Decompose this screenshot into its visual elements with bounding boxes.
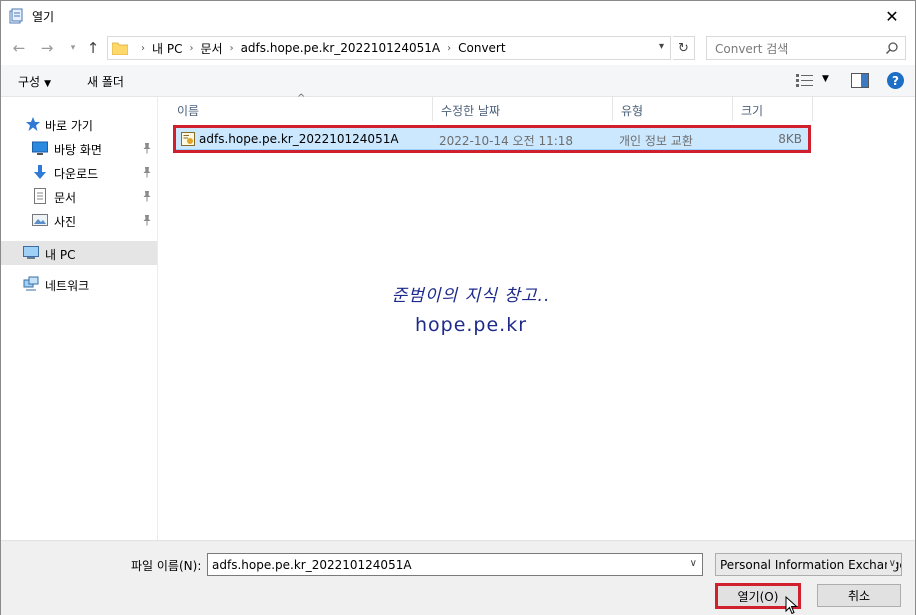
command-bar: 구성 ▼ 새 폴더 ▼ ? bbox=[1, 65, 915, 97]
refresh-icon: ↻ bbox=[678, 40, 689, 56]
folder-icon bbox=[112, 42, 128, 55]
arrow-left-icon: ← bbox=[12, 39, 26, 57]
column-header-type[interactable]: 유형 bbox=[613, 97, 733, 121]
navigation-pane: 바로 가기 바탕 화면 다운로드 문서 사진 내 PC 네트워크 bbox=[1, 97, 158, 540]
column-header-label: 유형 bbox=[621, 104, 644, 118]
dialog-icon bbox=[9, 8, 23, 24]
cancel-button-label: 취소 bbox=[847, 589, 871, 603]
help-icon[interactable]: ? bbox=[887, 72, 904, 89]
annotation-highlight-file bbox=[173, 125, 811, 153]
pin-icon[interactable] bbox=[142, 142, 152, 154]
chevron-down-icon[interactable]: ▾ bbox=[659, 41, 664, 52]
window-title: 열기 bbox=[32, 10, 55, 24]
new-folder-label: 새 폴더 bbox=[87, 75, 124, 89]
navigation-bar: ← → ▾ ↑ › 내 PC › 문서 › adfs.hope.pe.kr_20… bbox=[1, 31, 915, 65]
recent-locations-button[interactable]: ▾ bbox=[64, 39, 82, 57]
sidebar-item-network[interactable]: 네트워크 bbox=[1, 273, 157, 295]
forward-button[interactable]: → bbox=[38, 39, 56, 57]
close-icon: ✕ bbox=[885, 6, 899, 26]
filename-field[interactable]: adfs.hope.pe.kr_202210124051A ∨ bbox=[207, 553, 703, 576]
breadcrumb-separator: › bbox=[229, 42, 234, 54]
breadcrumb-adfs-folder[interactable]: adfs.hope.pe.kr_202210124051A bbox=[241, 41, 441, 55]
column-header-label: 수정한 날짜 bbox=[441, 104, 501, 118]
watermark-line-2: hope.pe.kr bbox=[414, 314, 528, 336]
search-icon[interactable] bbox=[885, 41, 899, 55]
file-type-value: Personal Information Exchange bbox=[720, 558, 902, 572]
sidebar-item-label: 다운로드 bbox=[54, 167, 99, 181]
open-button-label: 열기(O) bbox=[737, 589, 779, 604]
address-bar[interactable]: › 내 PC › 문서 › adfs.hope.pe.kr_2022101240… bbox=[107, 36, 671, 60]
breadcrumb-documents[interactable]: 문서 bbox=[200, 40, 222, 57]
watermark-line-1: 준범이의 지식 창고.. bbox=[391, 286, 551, 306]
open-file-dialog: 열기 ✕ ← → ▾ ↑ › 내 PC › 문서 › adfs.hope.pe.… bbox=[0, 0, 916, 615]
mouse-cursor-icon bbox=[785, 596, 798, 615]
breadcrumb-convert[interactable]: Convert bbox=[458, 41, 505, 55]
search-placeholder: Convert 검색 bbox=[715, 41, 789, 56]
column-header-name[interactable]: 이름 ^ bbox=[159, 93, 433, 121]
caret-down-icon: ▼ bbox=[44, 79, 52, 89]
chevron-down-icon: ∨ bbox=[886, 558, 896, 569]
column-header-label: 크기 bbox=[741, 104, 764, 118]
sidebar-item-label: 내 PC bbox=[45, 248, 76, 262]
arrow-up-icon: ↑ bbox=[86, 39, 100, 57]
chevron-down-icon: ▾ bbox=[70, 43, 76, 53]
arrow-right-icon: → bbox=[40, 39, 54, 57]
view-options-icon[interactable] bbox=[796, 73, 814, 89]
star-icon bbox=[26, 117, 40, 131]
refresh-button[interactable]: ↻ bbox=[673, 36, 695, 60]
breadcrumb-separator: › bbox=[189, 42, 194, 54]
breadcrumb-separator: › bbox=[141, 42, 145, 54]
document-icon bbox=[34, 188, 46, 204]
column-header-label: 이름 bbox=[177, 104, 200, 118]
sidebar-item-my-pc[interactable]: 내 PC bbox=[1, 241, 157, 265]
up-button[interactable]: ↑ bbox=[84, 39, 102, 57]
filename-value: adfs.hope.pe.kr_202210124051A bbox=[212, 558, 412, 572]
breadcrumb-my-pc[interactable]: 내 PC bbox=[152, 40, 182, 57]
new-folder-button[interactable]: 새 폴더 bbox=[87, 73, 124, 90]
dialog-footer: 파일 이름(N): adfs.hope.pe.kr_202210124051A … bbox=[1, 540, 915, 615]
picture-icon bbox=[32, 214, 48, 226]
title-bar: 열기 ✕ bbox=[1, 1, 915, 31]
filename-label: 파일 이름(N): bbox=[131, 559, 202, 573]
column-header-size[interactable]: 크기 bbox=[733, 97, 813, 121]
watermark: 준범이의 지식 창고.. hope.pe.kr bbox=[341, 281, 601, 336]
preview-pane-icon[interactable] bbox=[851, 73, 869, 88]
pin-icon[interactable] bbox=[142, 214, 152, 226]
organize-label: 구성 bbox=[18, 75, 41, 89]
sidebar-item-downloads[interactable]: 다운로드 bbox=[1, 161, 157, 183]
chevron-down-icon[interactable]: ∨ bbox=[690, 558, 697, 569]
download-icon bbox=[34, 165, 46, 179]
pin-icon[interactable] bbox=[142, 190, 152, 202]
caret-down-icon[interactable]: ▼ bbox=[822, 74, 829, 84]
sidebar-item-label: 바탕 화면 bbox=[54, 143, 102, 157]
pin-icon[interactable] bbox=[142, 166, 152, 178]
sidebar-item-label: 사진 bbox=[54, 215, 77, 229]
sidebar-item-desktop[interactable]: 바탕 화면 bbox=[1, 137, 157, 159]
column-header-date[interactable]: 수정한 날짜 bbox=[433, 97, 613, 121]
cancel-button[interactable]: 취소 bbox=[817, 584, 901, 607]
sidebar-item-documents[interactable]: 문서 bbox=[1, 185, 157, 207]
back-button[interactable]: ← bbox=[10, 39, 28, 57]
file-type-select[interactable]: Personal Information Exchange ∨ bbox=[715, 553, 902, 576]
sort-ascending-icon: ^ bbox=[297, 93, 306, 104]
breadcrumb-separator: › bbox=[447, 42, 452, 54]
sidebar-item-pictures[interactable]: 사진 bbox=[1, 209, 157, 231]
sidebar-item-quick-access[interactable]: 바로 가기 bbox=[1, 113, 157, 135]
organize-button[interactable]: 구성 ▼ bbox=[18, 73, 51, 90]
sidebar-item-label: 문서 bbox=[54, 191, 77, 205]
network-icon bbox=[23, 276, 39, 291]
search-input[interactable]: Convert 검색 bbox=[706, 36, 906, 60]
close-button[interactable]: ✕ bbox=[869, 1, 915, 31]
computer-icon bbox=[23, 246, 39, 259]
sidebar-item-label: 네트워크 bbox=[45, 279, 90, 293]
sidebar-item-label: 바로 가기 bbox=[45, 119, 93, 133]
desktop-icon bbox=[32, 141, 48, 155]
